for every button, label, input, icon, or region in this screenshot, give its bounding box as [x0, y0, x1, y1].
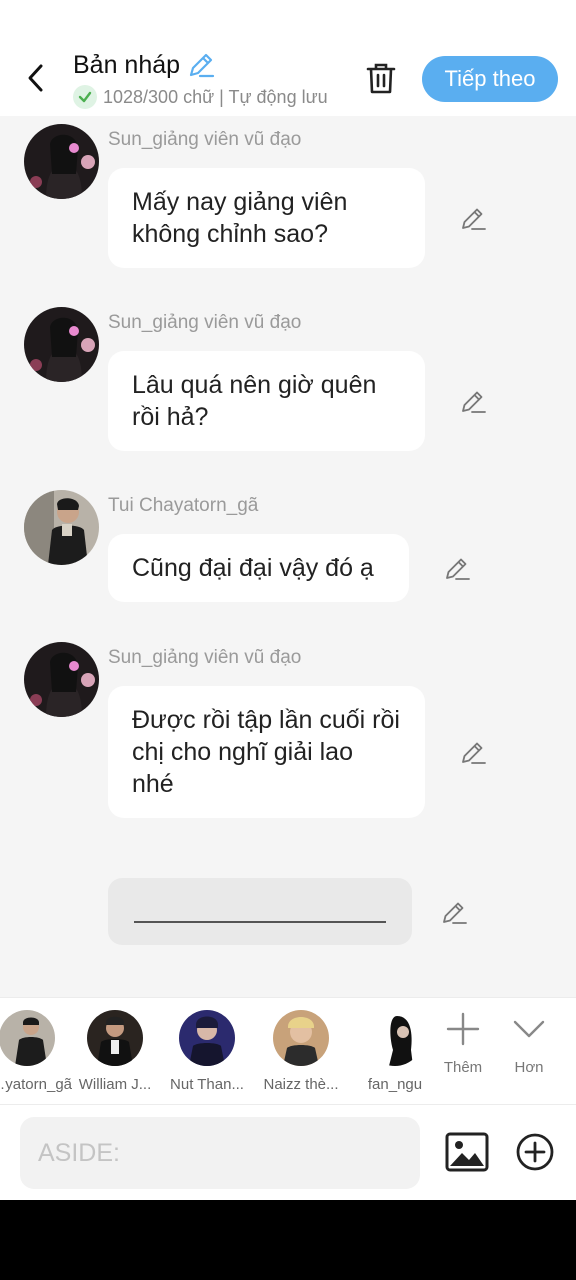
message-bubble[interactable]: Mấy nay giảng viên không chỉnh sao?: [108, 168, 425, 268]
message-bubble[interactable]: Cũng đại đại vậy đó ạ: [108, 534, 409, 602]
word-count-text: 1028/300 chữ | Tự động lưu: [103, 86, 328, 107]
avatar[interactable]: [24, 124, 99, 199]
avatar[interactable]: [24, 490, 99, 565]
message-bubble[interactable]: Lâu quá nên giờ quên rồi hả?: [108, 351, 425, 451]
character-avatar: [273, 1010, 329, 1066]
page-title: Bản nháp: [73, 50, 181, 79]
avatar[interactable]: [24, 307, 99, 382]
expand-label: Hơn: [514, 1059, 544, 1076]
edit-pencil-icon[interactable]: [459, 204, 487, 232]
image-icon[interactable]: [445, 1132, 489, 1172]
next-button[interactable]: Tiếp theo: [422, 56, 558, 102]
character-avatar: [87, 1010, 143, 1066]
draft-bubble[interactable]: [108, 878, 412, 945]
message-text: Cũng đại đại vậy đó ạ: [132, 554, 374, 582]
character-name: fan_ngu: [367, 1076, 423, 1093]
chevron-left-icon: [28, 64, 43, 92]
title-group: Bản nháp: [73, 50, 216, 80]
message-text: Lâu quá nên giờ quên rồi hả?: [132, 371, 377, 431]
edit-pencil-icon[interactable]: [459, 387, 487, 415]
character-item[interactable]: fan_ngu: [350, 1010, 440, 1093]
character-avatar: [179, 1010, 235, 1066]
avatar[interactable]: [24, 642, 99, 717]
character-item[interactable]: Nut Than...: [162, 1010, 252, 1093]
sender-name: Sun_giảng viên vũ đạo: [108, 647, 302, 668]
character-name: Naizz thè...: [263, 1076, 339, 1093]
sender-name: Sun_giảng viên vũ đạo: [108, 312, 302, 333]
status-bar: [0, 0, 576, 40]
edit-pencil-icon[interactable]: [459, 738, 487, 766]
character-item[interactable]: Tui Chayatorn_gã: [0, 1010, 72, 1093]
character-avatar: [367, 1010, 423, 1066]
trash-icon: [366, 63, 396, 94]
edit-title-icon[interactable]: [186, 50, 216, 80]
message-text: Được rồi tập lần cuối rồi chị cho nghĩ g…: [132, 706, 400, 798]
add-circle-icon[interactable]: [515, 1132, 555, 1172]
chevron-down-icon: [513, 1020, 545, 1038]
back-button[interactable]: [18, 58, 54, 98]
character-bar: Tui Chayatorn_gã William J... Nut Than..…: [0, 997, 576, 1105]
message-bubble[interactable]: Được rồi tập lần cuối rồi chị cho nghĩ g…: [108, 686, 425, 818]
expand-button[interactable]: Hơn: [499, 1012, 559, 1076]
edit-pencil-icon[interactable]: [443, 554, 471, 582]
chat-editor-screen: Bản nháp 1028/300 chữ | Tự động lưu Tiếp…: [0, 0, 576, 1200]
character-item[interactable]: Naizz thè...: [256, 1010, 346, 1093]
input-bar: [0, 1105, 576, 1200]
aside-input[interactable]: [20, 1117, 420, 1189]
draft-underline: [134, 921, 386, 923]
add-label: Thêm: [443, 1059, 483, 1076]
message-text: Mấy nay giảng viên không chỉnh sao?: [132, 188, 348, 248]
character-avatar: [0, 1010, 55, 1066]
add-character-button[interactable]: Thêm: [433, 1012, 493, 1076]
character-name: Nut Than...: [170, 1076, 244, 1093]
character-name: Tui Chayatorn_gã: [0, 1076, 72, 1093]
check-icon: [73, 85, 97, 109]
delete-button[interactable]: [362, 58, 400, 98]
character-item[interactable]: William J...: [70, 1010, 160, 1093]
word-count-status: 1028/300 chữ | Tự động lưu: [73, 84, 337, 110]
sender-name: Sun_giảng viên vũ đạo: [108, 129, 302, 150]
character-name: William J...: [78, 1076, 152, 1093]
sender-name: Tui Chayatorn_gã: [108, 495, 259, 516]
plus-icon: [446, 1012, 480, 1046]
edit-pencil-icon[interactable]: [440, 898, 468, 926]
header: Bản nháp 1028/300 chữ | Tự động lưu Tiếp…: [0, 40, 576, 116]
